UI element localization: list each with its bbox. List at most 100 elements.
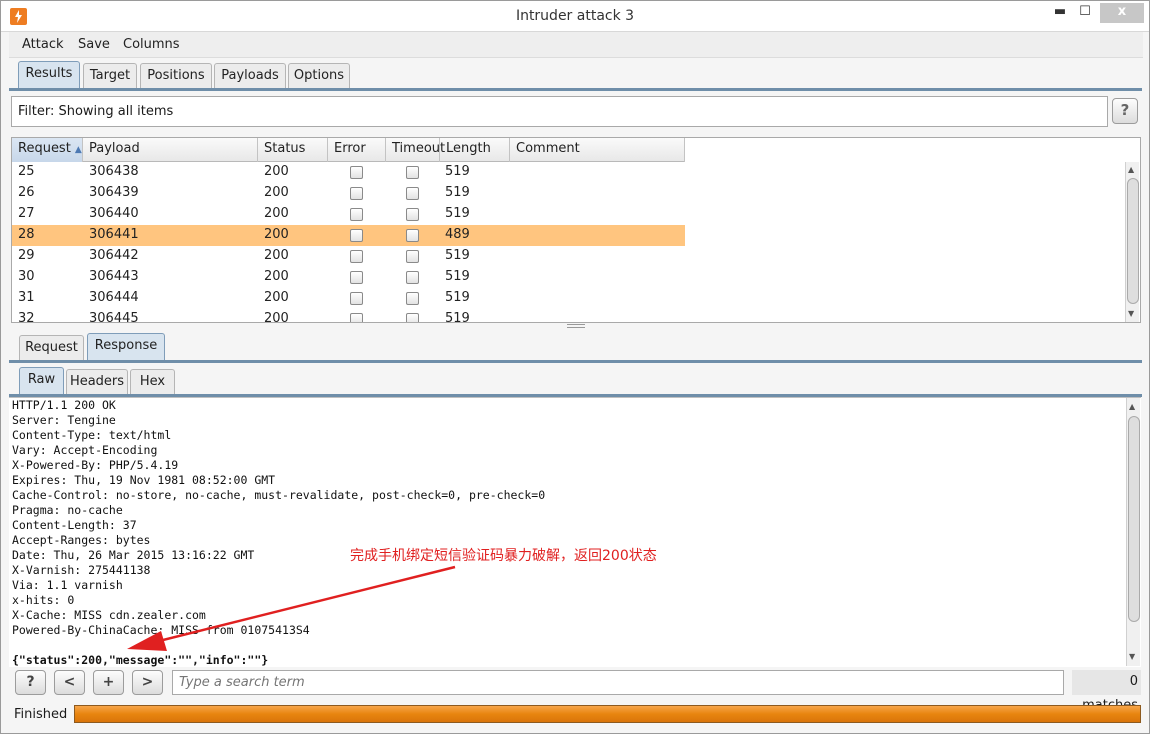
maximize-button[interactable]: ☐ xyxy=(1075,3,1095,23)
error-checkbox xyxy=(350,292,363,305)
cell-request: 27 xyxy=(18,206,35,221)
response-header-line: X-Cache: MISS cdn.zealer.com xyxy=(12,608,206,622)
column-timeout[interactable]: Timeout xyxy=(386,138,445,162)
search-prev-button[interactable]: < xyxy=(54,670,85,695)
error-checkbox xyxy=(350,187,363,200)
filter-help-button[interactable]: ? xyxy=(1112,98,1138,124)
cell-status: 200 xyxy=(264,206,289,221)
error-checkbox xyxy=(350,208,363,221)
menu-attack[interactable]: Attack xyxy=(22,37,64,52)
table-row[interactable]: 27 306440 200 519 xyxy=(12,204,685,225)
cell-status: 200 xyxy=(264,227,289,242)
tab-response[interactable]: Response xyxy=(87,333,165,360)
table-scroll-thumb[interactable] xyxy=(1127,178,1139,304)
tab-divider xyxy=(9,88,1142,91)
column-error[interactable]: Error xyxy=(328,138,386,162)
progress-bar xyxy=(74,705,1141,723)
search-help-button[interactable]: ? xyxy=(15,670,46,695)
response-header-line: Via: 1.1 varnish xyxy=(12,578,123,592)
response-header-line: Cache-Control: no-store, no-cache, must-… xyxy=(12,488,546,502)
cell-status: 200 xyxy=(264,164,289,179)
table-header: Request ▲ Payload Status Error Timeout Le… xyxy=(12,138,685,162)
tab-headers[interactable]: Headers xyxy=(66,369,128,394)
red-annotation-text: 完成手机绑定短信验证码暴力破解，返回200状态 xyxy=(350,548,657,564)
tab-positions[interactable]: Positions xyxy=(140,63,212,88)
tab-hex[interactable]: Hex xyxy=(130,369,175,394)
column-request[interactable]: Request ▲ xyxy=(12,138,83,162)
filter-text: Filter: Showing all items xyxy=(18,104,174,119)
tab-raw[interactable]: Raw xyxy=(19,367,64,394)
response-header-line: Expires: Thu, 19 Nov 1981 08:52:00 GMT xyxy=(12,473,276,487)
column-status[interactable]: Status xyxy=(258,138,328,162)
message-tabstrip: Request Response xyxy=(19,332,1143,360)
table-row[interactable]: 30 306443 200 519 xyxy=(12,267,685,288)
split-pane-grip[interactable] xyxy=(567,324,585,328)
timeout-checkbox xyxy=(406,229,419,242)
response-header-line: Content-Type: text/html xyxy=(12,428,172,442)
filter-bar[interactable]: Filter: Showing all items xyxy=(11,96,1108,127)
cell-length: 519 xyxy=(445,164,470,179)
minimize-button[interactable]: ▬ xyxy=(1050,3,1070,23)
column-length[interactable]: Length xyxy=(440,138,510,162)
table-row[interactable]: 31 306444 200 519 xyxy=(12,288,685,309)
timeout-checkbox xyxy=(406,166,419,179)
menu-columns[interactable]: Columns xyxy=(123,37,180,52)
tab-results[interactable]: Results xyxy=(18,61,80,88)
error-checkbox xyxy=(350,229,363,242)
response-header-line: Powered-By-ChinaCache: MISS from 0107541… xyxy=(12,623,310,637)
response-scroll-thumb[interactable] xyxy=(1128,416,1140,622)
cell-status: 200 xyxy=(264,311,289,323)
scroll-down-icon[interactable]: ▼ xyxy=(1129,652,1135,661)
response-header-line: Pragma: no-cache xyxy=(12,503,123,517)
cell-request: 26 xyxy=(18,185,35,200)
error-checkbox xyxy=(350,271,363,284)
cell-status: 200 xyxy=(264,185,289,200)
timeout-checkbox xyxy=(406,208,419,221)
cell-length: 519 xyxy=(445,290,470,305)
search-add-button[interactable]: + xyxy=(93,670,124,695)
search-input[interactable] xyxy=(172,670,1064,695)
response-header-line: HTTP/1.1 200 OK xyxy=(12,398,116,412)
tab-request[interactable]: Request xyxy=(19,335,84,360)
tab-target[interactable]: Target xyxy=(83,63,137,88)
table-scrollbar[interactable]: ▲ ▼ xyxy=(1125,162,1139,322)
cell-payload: 306443 xyxy=(89,269,139,284)
cell-status: 200 xyxy=(264,290,289,305)
response-header-line: Vary: Accept-Encoding xyxy=(12,443,158,457)
cell-request: 25 xyxy=(18,164,35,179)
table-row[interactable]: 29 306442 200 519 xyxy=(12,246,685,267)
table-row[interactable]: 25 306438 200 519 xyxy=(12,162,685,183)
response-header-line: X-Powered-By: PHP/5.4.19 xyxy=(12,458,179,472)
error-checkbox xyxy=(350,250,363,263)
table-row[interactable]: 28 306441 200 489 xyxy=(12,225,685,246)
sort-ascending-icon: ▲ xyxy=(74,145,82,155)
cell-request: 28 xyxy=(18,227,35,242)
scroll-up-icon[interactable]: ▲ xyxy=(1129,402,1135,411)
response-header-line: x-hits: 0 xyxy=(12,593,75,607)
close-button[interactable]: x xyxy=(1100,3,1144,23)
tab-payloads[interactable]: Payloads xyxy=(214,63,286,88)
raw-response-view[interactable]: ▲ ▼ HTTP/1.1 200 OK Server: Tengine Conten… xyxy=(9,397,1141,667)
cell-request: 30 xyxy=(18,269,35,284)
intruder-window: Intruder attack 3 ▬ ☐ x Attack Save Colu… xyxy=(0,0,1150,734)
search-next-button[interactable]: > xyxy=(132,670,163,695)
response-scrollbar[interactable]: ▲ ▼ xyxy=(1126,398,1140,666)
search-matches-count: 0 matches xyxy=(1072,670,1141,713)
message-tab-divider xyxy=(9,360,1142,363)
menu-save[interactable]: Save xyxy=(78,37,110,52)
window-title: Intruder attack 3 xyxy=(515,8,635,24)
cell-payload: 306444 xyxy=(89,290,139,305)
column-comment[interactable]: Comment xyxy=(510,138,685,162)
timeout-checkbox xyxy=(406,271,419,284)
response-body-line: {"status":200,"message":"","info":""} xyxy=(12,653,269,667)
column-payload[interactable]: Payload xyxy=(83,138,258,162)
cell-payload: 306439 xyxy=(89,185,139,200)
scroll-up-icon[interactable]: ▲ xyxy=(1128,165,1134,174)
table-row[interactable]: 32 306445 200 519 xyxy=(12,309,685,323)
tab-options[interactable]: Options xyxy=(288,63,350,88)
cell-payload: 306442 xyxy=(89,248,139,263)
scroll-down-icon[interactable]: ▼ xyxy=(1128,309,1134,318)
cell-length: 519 xyxy=(445,248,470,263)
table-row[interactable]: 26 306439 200 519 xyxy=(12,183,685,204)
cell-length: 519 xyxy=(445,185,470,200)
